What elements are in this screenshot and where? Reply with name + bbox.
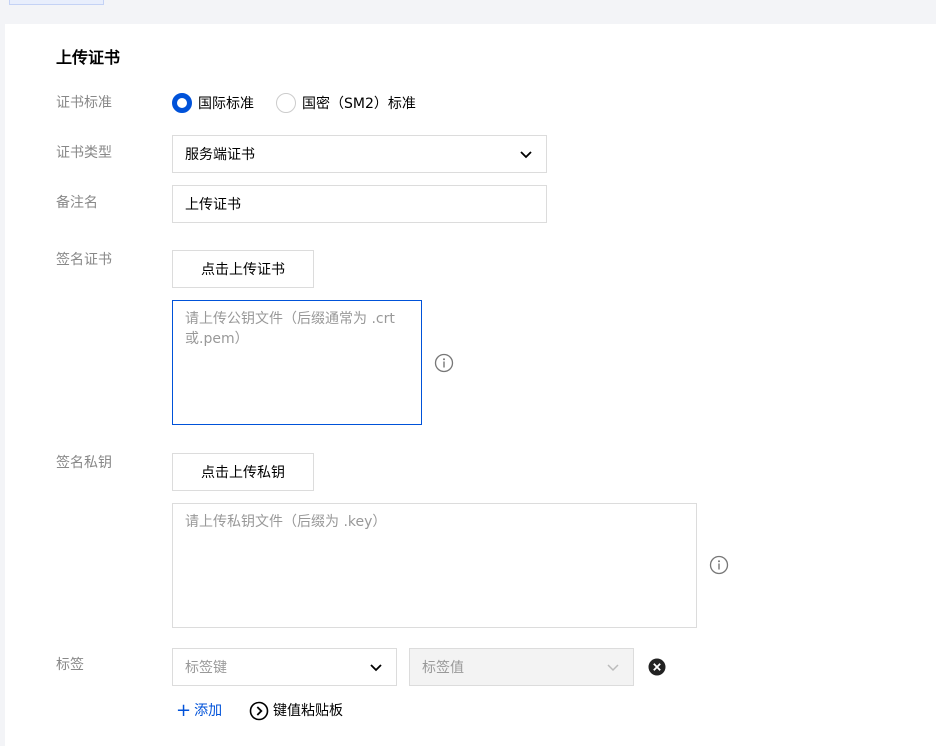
tag-key-placeholder: 标签键	[185, 660, 227, 676]
plus-icon: +	[176, 700, 192, 721]
page-title: 上传证书	[56, 48, 121, 67]
public-key-textarea[interactable]	[172, 300, 422, 425]
radio-checked-icon[interactable]	[172, 93, 192, 113]
chevron-right-circle-icon	[249, 701, 269, 721]
close-circle-icon[interactable]	[648, 658, 666, 676]
cert-type-value: 服务端证书	[185, 147, 255, 163]
sign-key-label: 签名私钥	[56, 455, 112, 471]
upload-panel	[5, 24, 936, 746]
standard-radio-group: 国际标准 国密（SM2）标准	[172, 93, 438, 113]
info-icon[interactable]	[709, 555, 729, 575]
tag-value-select[interactable]: 标签值	[409, 648, 634, 686]
private-key-textarea[interactable]	[172, 503, 697, 628]
add-tag-link[interactable]: + 添加	[176, 701, 222, 721]
chevron-down-icon	[520, 151, 532, 159]
remark-input[interactable]: 上传证书	[172, 185, 547, 223]
paste-board-link[interactable]: 键值粘贴板	[249, 701, 343, 721]
radio-sm2[interactable]: 国密（SM2）标准	[276, 93, 416, 113]
radio-international[interactable]: 国际标准	[172, 93, 254, 113]
chevron-down-icon	[607, 664, 619, 672]
chevron-down-icon	[370, 664, 382, 672]
cert-type-label: 证书类型	[56, 145, 112, 161]
remark-value: 上传证书	[185, 197, 241, 213]
radio-international-label: 国际标准	[198, 96, 254, 112]
info-icon[interactable]	[434, 353, 454, 373]
upload-key-button[interactable]: 点击上传私钥	[172, 453, 314, 491]
top-tab[interactable]	[9, 0, 104, 5]
radio-unchecked-icon[interactable]	[276, 93, 296, 113]
paste-board-label: 键值粘贴板	[273, 703, 343, 719]
add-tag-label: 添加	[194, 703, 223, 719]
remark-label: 备注名	[56, 195, 98, 211]
cert-type-select[interactable]: 服务端证书	[172, 135, 547, 173]
radio-sm2-label: 国密（SM2）标准	[302, 96, 416, 112]
tag-value-placeholder: 标签值	[422, 660, 464, 676]
sign-cert-label: 签名证书	[56, 252, 112, 268]
tags-label: 标签	[56, 657, 84, 673]
standard-label: 证书标准	[56, 95, 112, 111]
upload-cert-button[interactable]: 点击上传证书	[172, 250, 314, 288]
tag-key-select[interactable]: 标签键	[172, 648, 397, 686]
